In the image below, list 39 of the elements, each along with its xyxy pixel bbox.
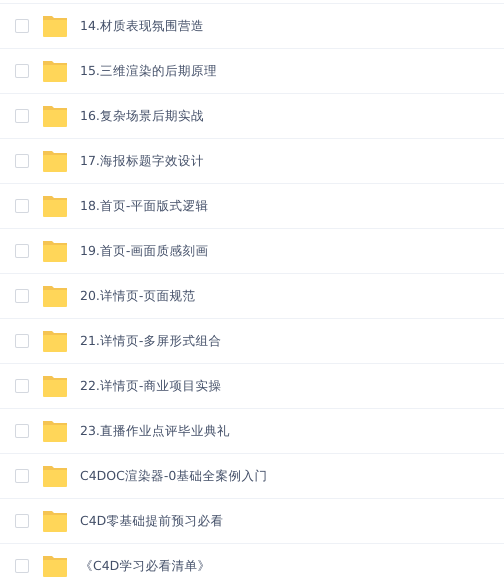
folder-name[interactable]: 18.首页-平面版式逻辑 bbox=[80, 198, 208, 214]
checkbox[interactable] bbox=[15, 469, 29, 483]
folder-icon bbox=[42, 465, 68, 487]
checkbox[interactable] bbox=[15, 244, 29, 258]
folder-name[interactable]: 19.首页-画面质感刻画 bbox=[80, 242, 208, 260]
folder-icon bbox=[42, 285, 68, 307]
folder-icon bbox=[42, 150, 68, 172]
folder-icon bbox=[42, 60, 68, 82]
folder-name[interactable]: 23.直播作业点评毕业典礼 bbox=[80, 422, 230, 440]
folder-name[interactable]: 20.详情页-页面规范 bbox=[80, 288, 196, 304]
checkbox[interactable] bbox=[15, 19, 29, 33]
checkbox[interactable] bbox=[15, 379, 29, 393]
checkbox[interactable] bbox=[15, 154, 29, 168]
folder-name[interactable]: 14.材质表现氛围营造 bbox=[80, 18, 204, 34]
checkbox[interactable] bbox=[15, 64, 29, 78]
folder-icon bbox=[42, 240, 68, 262]
checkbox[interactable] bbox=[15, 514, 29, 528]
checkbox[interactable] bbox=[15, 334, 29, 348]
checkbox[interactable] bbox=[15, 109, 29, 123]
folder-name[interactable]: 15.三维渲染的后期原理 bbox=[80, 62, 217, 80]
checkbox[interactable] bbox=[15, 289, 29, 303]
checkbox[interactable] bbox=[15, 424, 29, 438]
folder-name[interactable]: 16.复杂场景后期实战 bbox=[80, 108, 204, 124]
folder-icon bbox=[42, 15, 68, 37]
checkbox[interactable] bbox=[15, 199, 29, 213]
checkbox[interactable] bbox=[15, 559, 29, 573]
folder-icon bbox=[42, 330, 68, 352]
folder-name[interactable]: C4D零基础提前预习必看 bbox=[80, 512, 224, 530]
folder-icon bbox=[42, 195, 68, 217]
folder-name[interactable]: 21.详情页-多屏形式组合 bbox=[80, 332, 222, 350]
folder-name[interactable]: 22.详情页-商业项目实操 bbox=[80, 378, 222, 394]
folder-icon bbox=[42, 555, 68, 577]
folder-name[interactable]: C4DOC渲染器-0基础全案例入门 bbox=[80, 468, 268, 484]
folder-icon bbox=[42, 510, 68, 532]
folder-icon bbox=[42, 105, 68, 127]
folder-icon bbox=[42, 375, 68, 397]
folder-icon bbox=[42, 420, 68, 442]
folder-name[interactable]: 17.海报标题字效设计 bbox=[80, 152, 204, 170]
folder-name[interactable]: 《C4D学习必看清单》 bbox=[80, 558, 210, 574]
